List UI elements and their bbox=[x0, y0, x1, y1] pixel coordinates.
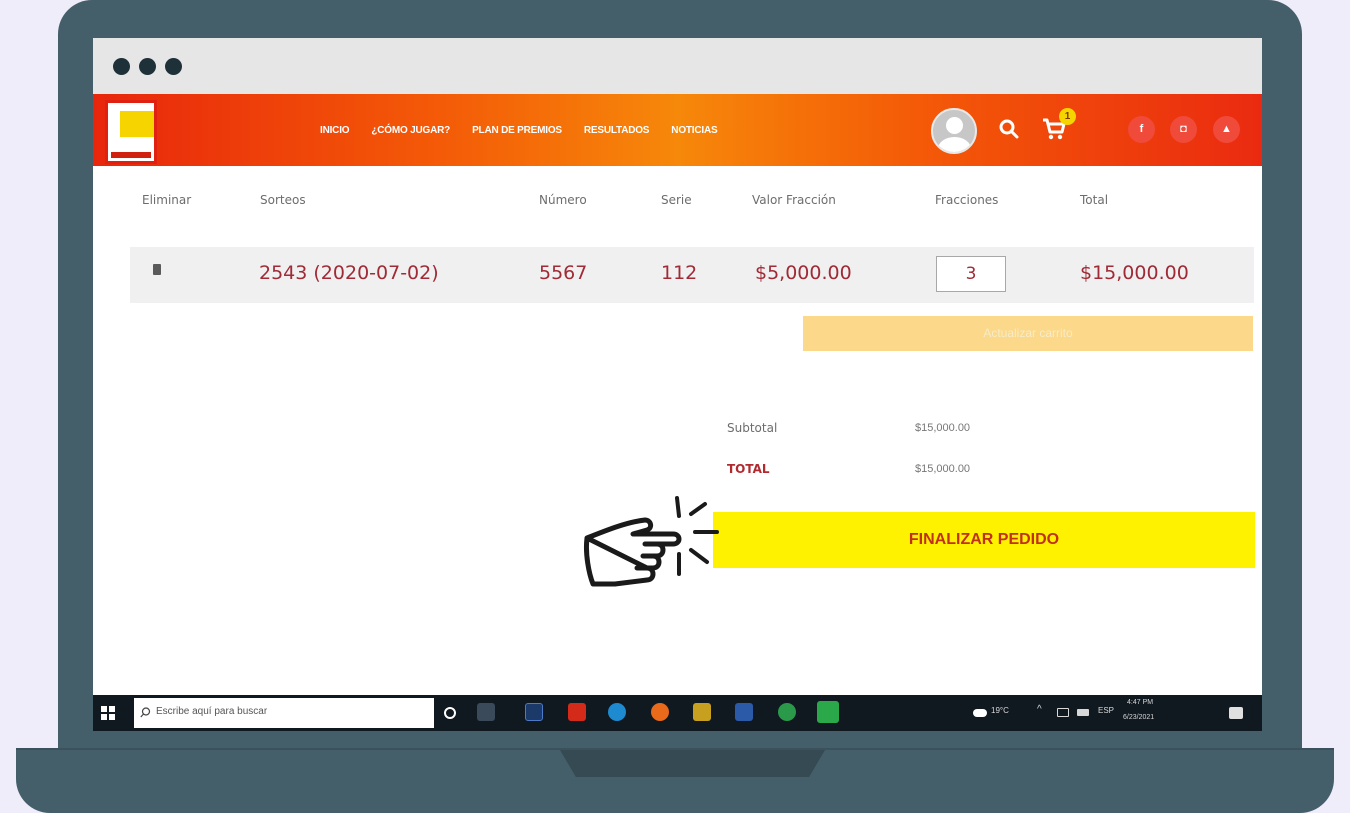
cloud-icon bbox=[973, 709, 987, 717]
finalize-order-button[interactable]: FINALIZAR PEDIDO bbox=[713, 512, 1255, 568]
nav-como-jugar[interactable]: ¿CÓMO JUGAR? bbox=[371, 125, 450, 136]
header-valor-fraccion: Valor Fracción bbox=[752, 193, 836, 207]
nav-inicio[interactable]: INICIO bbox=[320, 125, 350, 136]
windows-taskbar: Escribe aquí para buscar 19°C ^ ESP 4:47… bbox=[93, 695, 1262, 731]
browser-icon[interactable] bbox=[651, 703, 669, 721]
active-app-icon[interactable] bbox=[817, 701, 839, 723]
user-avatar[interactable] bbox=[931, 108, 977, 154]
edge-icon[interactable] bbox=[608, 703, 626, 721]
taskbar-search-box[interactable]: Escribe aquí para buscar bbox=[134, 698, 434, 728]
acrobat-icon[interactable] bbox=[568, 703, 586, 721]
header-sorteos: Sorteos bbox=[260, 193, 306, 207]
browser-titlebar bbox=[93, 38, 1262, 94]
nav-links: INICIO ¿CÓMO JUGAR? PLAN DE PREMIOS RESU… bbox=[320, 94, 718, 166]
total-value: $15,000.00 bbox=[915, 463, 971, 475]
weather-temp: 19°C bbox=[991, 706, 1009, 715]
cell-sorteo: 2543 (2020-07-02) bbox=[259, 262, 439, 284]
nav-noticias[interactable]: NOTICIAS bbox=[671, 125, 717, 136]
instagram-icon[interactable]: ◘ bbox=[1170, 116, 1197, 143]
chevron-up-icon[interactable]: ^ bbox=[1037, 704, 1042, 715]
taskbar-search-placeholder: Escribe aquí para buscar bbox=[156, 706, 268, 717]
total-label: TOTAL bbox=[727, 462, 770, 476]
trash-icon[interactable] bbox=[153, 264, 161, 275]
language-indicator[interactable]: ESP bbox=[1098, 706, 1114, 715]
cart-table-header: Eliminar Sorteos Número Serie Valor Frac… bbox=[93, 193, 1262, 213]
word-icon[interactable] bbox=[735, 703, 753, 721]
file-explorer-icon[interactable] bbox=[693, 703, 711, 721]
cart-count-badge: 1 bbox=[1059, 108, 1076, 125]
laptop-notch bbox=[560, 750, 825, 777]
cell-valor-fraccion: $5,000.00 bbox=[755, 262, 852, 284]
window-control-dot[interactable] bbox=[139, 57, 156, 75]
logo-strip bbox=[111, 152, 151, 158]
pointing-hand-icon bbox=[584, 496, 719, 587]
youtube-icon[interactable]: ▲ bbox=[1213, 116, 1240, 143]
window-control-dot[interactable] bbox=[165, 57, 182, 75]
update-cart-button[interactable]: Actualizar carrito bbox=[803, 316, 1253, 351]
site-logo[interactable] bbox=[105, 100, 157, 164]
header-numero: Número bbox=[539, 193, 587, 207]
chrome-icon[interactable] bbox=[778, 703, 796, 721]
header-serie: Serie bbox=[661, 193, 692, 207]
header-eliminar: Eliminar bbox=[142, 193, 192, 207]
header-total: Total bbox=[1080, 193, 1109, 207]
facebook-icon[interactable]: f bbox=[1128, 116, 1155, 143]
search-icon[interactable] bbox=[998, 118, 1020, 140]
search-icon bbox=[140, 707, 151, 718]
clock-date[interactable]: 6/23/2021 bbox=[1123, 714, 1154, 721]
task-view-icon[interactable] bbox=[477, 703, 495, 721]
subtotal-label: Subtotal bbox=[727, 421, 778, 435]
nav-plan-de-premios[interactable]: PLAN DE PREMIOS bbox=[472, 125, 562, 136]
nav-resultados[interactable]: RESULTADOS bbox=[584, 125, 650, 136]
notifications-icon[interactable] bbox=[1229, 707, 1243, 719]
subtotal-value: $15,000.00 bbox=[915, 422, 971, 434]
network-icon[interactable] bbox=[1057, 708, 1069, 717]
avatar-shoulders bbox=[938, 137, 971, 152]
clock-time[interactable]: 4:47 PM bbox=[1127, 699, 1153, 706]
screen: INICIO ¿CÓMO JUGAR? PLAN DE PREMIOS RESU… bbox=[93, 38, 1262, 731]
site-navbar: INICIO ¿CÓMO JUGAR? PLAN DE PREMIOS RESU… bbox=[93, 94, 1262, 166]
table-row: 2543 (2020-07-02) 5567 112 $5,000.00 3 $… bbox=[130, 247, 1254, 303]
cell-serie: 112 bbox=[661, 262, 698, 284]
cell-total: $15,000.00 bbox=[1080, 262, 1189, 284]
window-control-dot[interactable] bbox=[113, 57, 130, 75]
cell-numero: 5567 bbox=[539, 262, 588, 284]
cortana-icon[interactable] bbox=[444, 707, 456, 719]
battery-icon[interactable] bbox=[1077, 709, 1089, 716]
fracciones-quantity-input[interactable]: 3 bbox=[936, 256, 1006, 292]
logo-mark bbox=[120, 111, 154, 137]
avatar-head bbox=[946, 117, 963, 134]
windows-start-icon[interactable] bbox=[101, 706, 115, 720]
header-fracciones: Fracciones bbox=[935, 193, 999, 207]
photoshop-icon[interactable] bbox=[525, 703, 543, 721]
